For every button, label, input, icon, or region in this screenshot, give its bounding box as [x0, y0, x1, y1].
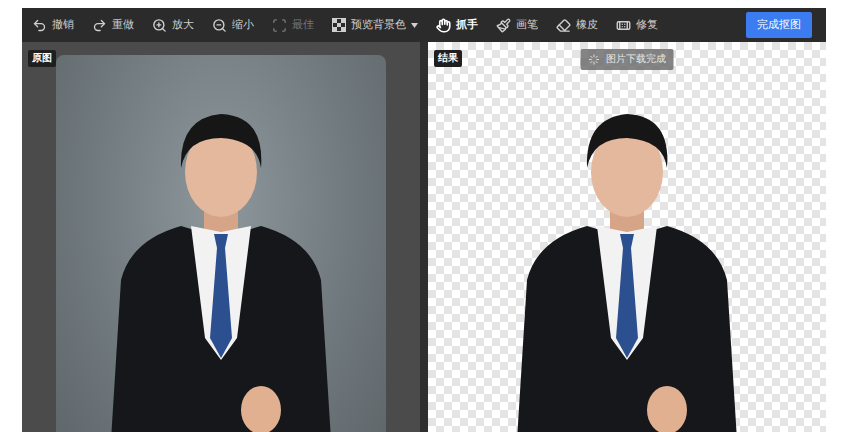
toolbar-button[interactable]: 修复 — [614, 15, 660, 36]
toolbar: 撤销 重做 放大 缩小 最佳 预览背景色 抓手 画笔 橡皮 修复 完成抠图 — [22, 8, 826, 42]
fit-icon — [272, 18, 287, 33]
original-photo — [56, 55, 386, 432]
toolbar-button[interactable]: 放大 — [150, 15, 196, 36]
finish-button[interactable]: 完成抠图 — [746, 12, 812, 38]
tool-label: 放大 — [172, 18, 194, 32]
eraser-icon — [556, 18, 571, 33]
toolbar-button[interactable]: 撤销 — [30, 15, 76, 36]
checker-icon — [332, 18, 346, 32]
tool-label: 橡皮 — [576, 18, 598, 32]
tool-label: 预览背景色 — [351, 18, 406, 32]
toolbar-button[interactable]: 抓手 — [434, 15, 480, 36]
undo-icon — [32, 18, 47, 33]
original-panel[interactable]: 原图 — [22, 42, 420, 432]
tool-label: 重做 — [112, 18, 134, 32]
redo-icon — [92, 18, 107, 33]
download-toast: 图片下载完成 — [581, 49, 674, 70]
toolbar-button[interactable]: 重做 — [90, 15, 136, 36]
tool-label: 最佳 — [292, 18, 314, 32]
repair-icon — [616, 18, 631, 33]
caret-icon — [411, 23, 418, 28]
tool-label: 撤销 — [52, 18, 74, 32]
spinner-icon — [589, 54, 600, 65]
editor-page: 撤销 重做 放大 缩小 最佳 预览背景色 抓手 画笔 橡皮 修复 完成抠图原图 结果 图片下载完成 — [0, 0, 847, 432]
person-figure — [507, 110, 747, 432]
zoom-out-icon — [212, 18, 227, 33]
zoom-in-icon — [152, 18, 167, 33]
tool-label: 抓手 — [456, 18, 478, 32]
toolbar-button[interactable]: 画笔 — [494, 15, 540, 36]
brush-icon — [496, 18, 511, 33]
toolbar-button[interactable]: 缩小 — [210, 15, 256, 36]
toolbar-dropdown[interactable]: 预览背景色 — [330, 15, 420, 35]
toolbar-button[interactable]: 橡皮 — [554, 15, 600, 36]
toolbar-button[interactable]: 最佳 — [270, 15, 316, 36]
tool-label: 修复 — [636, 18, 658, 32]
panel-badge: 结果 — [434, 50, 462, 67]
person-figure — [101, 110, 341, 432]
toast-text: 图片下载完成 — [606, 53, 666, 66]
tool-label: 缩小 — [232, 18, 254, 32]
hand-icon — [436, 18, 451, 33]
workspace: 原图 结果 图片下载完成 — [22, 42, 826, 432]
panel-badge: 原图 — [28, 50, 56, 67]
tool-label: 画笔 — [516, 18, 538, 32]
result-panel[interactable]: 结果 图片下载完成 — [428, 42, 826, 432]
